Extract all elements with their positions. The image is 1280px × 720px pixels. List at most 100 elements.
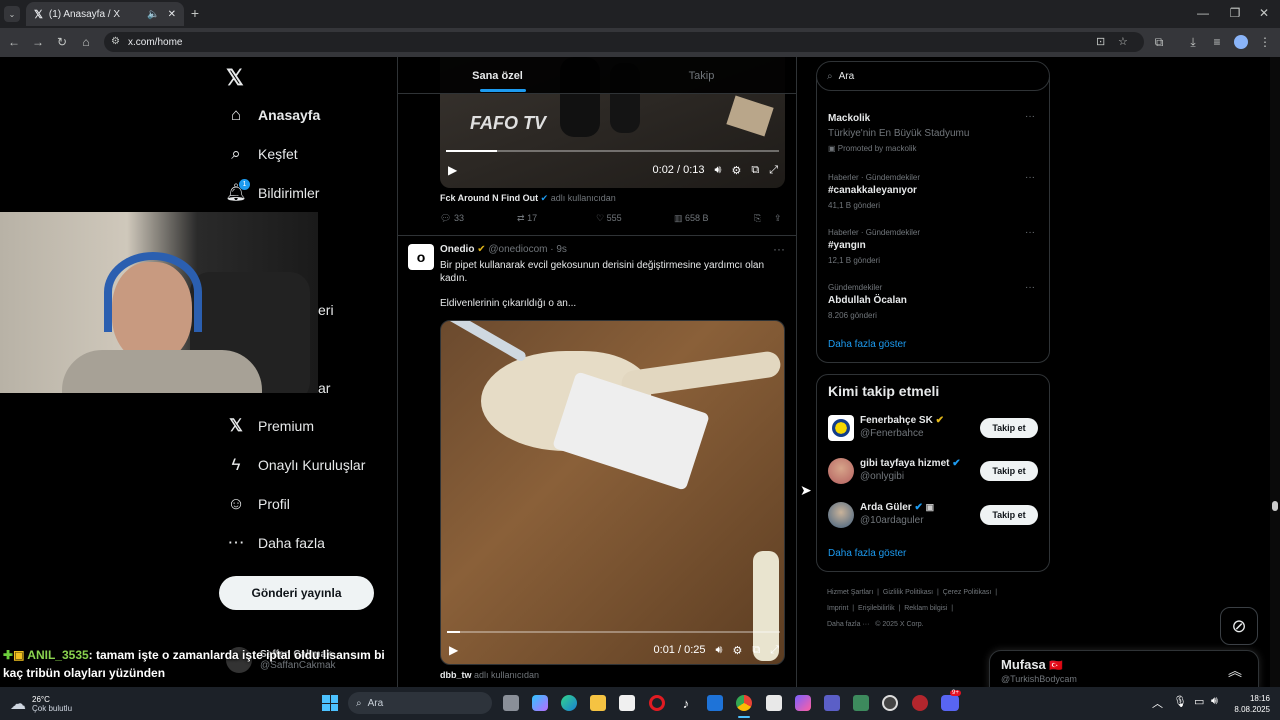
messages-drawer[interactable]: Mufasa 🇹🇷 @TurkishBodycam ︽	[989, 650, 1259, 687]
install-app-icon[interactable]: ⊡	[1096, 35, 1105, 48]
nav-item-partial[interactable]: eri	[318, 295, 334, 325]
footer-link[interactable]: Gizlilik Politikası	[883, 589, 933, 596]
nav-item-partial-2[interactable]: ar	[318, 373, 330, 403]
back-icon[interactable]: ←	[7, 35, 21, 49]
video-progress-track[interactable]	[447, 631, 780, 633]
post2-video[interactable]: ▶ 0:01 / 0:25 🔊︎ ⚙ ⧉ ⤢	[440, 320, 785, 665]
site-info-icon[interactable]: ⚙	[111, 36, 120, 47]
profile-avatar-icon[interactable]	[1234, 35, 1248, 49]
new-tab-button[interactable]: +	[188, 5, 202, 21]
fullscreen-icon[interactable]: ⤢	[770, 644, 779, 657]
follow-button[interactable]: Takip et	[980, 418, 1038, 438]
close-window-button[interactable]: ✕	[1257, 6, 1271, 20]
caption-name[interactable]: dbb_tw	[440, 670, 472, 680]
taskbar-search[interactable]: ⌕ Ara	[348, 692, 492, 714]
follow-show-more-link[interactable]: Daha fazla göster	[828, 548, 906, 559]
media-icon[interactable]: ≡	[1210, 35, 1224, 49]
grok-button[interactable]: ⊘	[1220, 607, 1258, 645]
bookmark-icon[interactable]: ⎘	[754, 213, 761, 224]
user-info[interactable]: Fenerbahçe SK ✔ @Fenerbahce	[860, 415, 944, 439]
browser-tab[interactable]: 𝕏 (1) Anasayfa / X 🔈 ✕	[26, 2, 184, 26]
discord-icon[interactable]: 9+	[941, 690, 961, 711]
footer-link[interactable]: Daha fazla ···	[827, 621, 869, 628]
tab-search-icon[interactable]: ⌄	[4, 6, 20, 22]
trends-show-more-link[interactable]: Daha fazla göster	[828, 339, 906, 350]
app-icon[interactable]	[766, 695, 782, 711]
promo-name[interactable]: Mackolik	[828, 113, 870, 124]
post2-time[interactable]: · 9s	[550, 244, 567, 255]
repost-button[interactable]: ⇄ 17	[517, 213, 537, 224]
footer-link[interactable]: Reklam bilgisi	[904, 605, 947, 612]
speaker-icon[interactable]: 🔈	[147, 9, 159, 20]
post2-author-name[interactable]: Onedio	[440, 244, 474, 255]
bookmark-star-icon[interactable]: ☆	[1118, 35, 1128, 48]
tiktok-icon[interactable]: ♪	[678, 695, 694, 711]
trend-name[interactable]: #canakkaleyanıyor	[828, 185, 917, 196]
user-info[interactable]: gibi tayfaya hizmet ✔ @onlygibi	[860, 458, 961, 482]
footer-link[interactable]: Çerez Politikası	[943, 589, 992, 596]
copilot-icon[interactable]	[532, 695, 548, 711]
post2-handle[interactable]: @onediocom	[488, 244, 547, 255]
weather-widget[interactable]: ☁ 26°C Çok bulutlu	[10, 692, 72, 716]
chrome-icon[interactable]	[736, 695, 752, 711]
user-avatar[interactable]	[828, 415, 854, 441]
follow-button[interactable]: Takip et	[980, 505, 1038, 525]
x-logo-icon[interactable]: 𝕏	[226, 65, 244, 91]
download-icon[interactable]: ⤓	[1186, 35, 1200, 49]
edge-icon[interactable]	[561, 695, 577, 711]
store-icon[interactable]	[619, 695, 635, 711]
nav-item-premium[interactable]: 𝕏 Premium	[226, 411, 314, 441]
file-explorer-icon[interactable]	[590, 695, 606, 711]
footer-link[interactable]: Hizmet Şartları	[827, 589, 873, 596]
follow-button[interactable]: Takip et	[980, 461, 1038, 481]
outlook-icon[interactable]	[707, 695, 723, 711]
page-scrollbar[interactable]	[1270, 57, 1280, 687]
start-button[interactable]	[322, 695, 338, 711]
fullscreen-icon[interactable]: ⤢	[769, 164, 778, 177]
tray-chevron-icon[interactable]: ︿	[1152, 695, 1163, 711]
home-browser-icon[interactable]: ⌂	[79, 35, 93, 49]
pip-icon[interactable]: ⧉	[751, 164, 759, 177]
reply-button[interactable]: 💬︎ 33	[440, 213, 464, 224]
nav-item-explore[interactable]: ⌕ Keşfet	[226, 139, 297, 169]
teams-icon[interactable]	[824, 695, 840, 711]
opera-icon[interactable]	[649, 695, 665, 711]
post2-avatar[interactable]: o	[408, 244, 434, 270]
minimize-button[interactable]: —	[1196, 6, 1210, 20]
extensions-icon[interactable]: ⧉	[1152, 35, 1166, 49]
trend-name[interactable]: #yangın	[828, 240, 866, 251]
app-icon[interactable]	[795, 695, 811, 711]
tab-close-icon[interactable]: ✕	[168, 9, 176, 20]
nav-item-verified-orgs[interactable]: ϟ Onaylı Kuruluşlar	[226, 450, 366, 480]
trend-more-icon[interactable]: ···	[1025, 282, 1035, 293]
scrollbar-thumb[interactable]	[1272, 501, 1278, 511]
user-avatar[interactable]	[828, 502, 854, 528]
trend-name[interactable]: Abdullah Öcalan	[828, 295, 907, 306]
pip-icon[interactable]: ⧉	[752, 644, 760, 657]
views-button[interactable]: ▥ 658 B	[674, 213, 709, 224]
nav-item-more[interactable]: ⋯ Daha fazla	[226, 528, 325, 558]
trend-more-icon[interactable]: ···	[1025, 172, 1035, 183]
share-icon[interactable]: ⇪	[774, 213, 782, 224]
network-icon[interactable]: ▭	[1194, 695, 1204, 708]
post-button[interactable]: Gönderi yayınla	[219, 576, 374, 610]
volume-icon[interactable]: 🔊︎	[715, 164, 722, 177]
volume-icon[interactable]: 🔊︎	[716, 644, 723, 657]
footer-link[interactable]: Imprint	[827, 605, 848, 612]
microphone-icon[interactable]: 🎙︎	[1173, 695, 1187, 708]
nav-item-notifications[interactable]: 🔔︎ 1 Bildirimler	[225, 178, 319, 208]
forward-icon[interactable]: →	[31, 35, 45, 49]
settings-icon[interactable]: ⚙	[732, 644, 742, 657]
app-icon[interactable]	[853, 695, 869, 711]
like-button[interactable]: ♡ 555	[596, 213, 622, 224]
nav-item-profile[interactable]: ☺ Profil	[226, 489, 290, 519]
address-bar[interactable]: ⚙ x.com/home ⊡ ☆	[104, 32, 1144, 52]
caption-name[interactable]: Fck Around N Find Out	[440, 193, 538, 203]
user-avatar[interactable]	[828, 458, 854, 484]
footer-link[interactable]: Erişilebilirlik	[858, 605, 895, 612]
volume-icon[interactable]: 🔊︎	[1211, 695, 1218, 708]
trend-more-icon[interactable]: ···	[1025, 111, 1035, 122]
play-icon[interactable]: ▶	[449, 643, 458, 657]
browser-menu-icon[interactable]: ⋮	[1258, 35, 1272, 49]
tab-following[interactable]: Takip	[602, 57, 801, 94]
